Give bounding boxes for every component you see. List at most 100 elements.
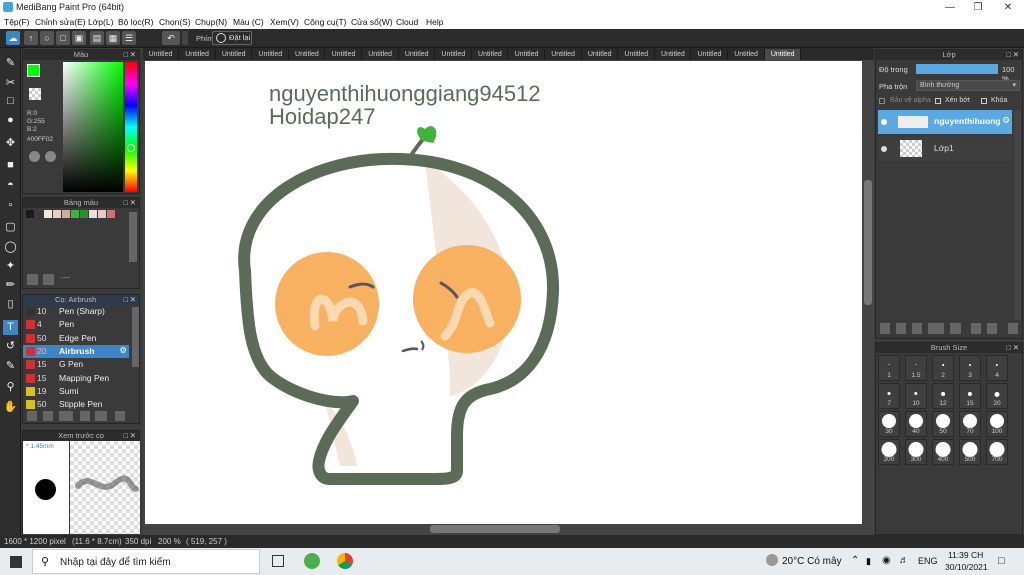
new-layer-icon[interactable]	[880, 323, 890, 334]
popout-icon[interactable]: □	[123, 198, 128, 208]
palette-swatch[interactable]	[98, 210, 106, 218]
dot-tool-icon[interactable]: ●	[3, 113, 18, 128]
menu-tools[interactable]: Công cụ(T)	[304, 17, 347, 27]
brush-size-cell[interactable]: 300	[905, 439, 927, 465]
palette-swatch[interactable]	[71, 210, 79, 218]
menu-help[interactable]: Help	[426, 17, 443, 27]
brush-size-cell[interactable]: 100	[986, 411, 1008, 437]
document-tab[interactable]: Untitled	[143, 49, 179, 60]
brush-size-cell[interactable]: 400	[932, 439, 954, 465]
brush-size-cell[interactable]: 4	[986, 355, 1008, 381]
add-palette-icon[interactable]	[27, 274, 38, 285]
brush-size-cell[interactable]: 20	[986, 383, 1008, 409]
brush-size-cell[interactable]: 10	[905, 383, 927, 409]
clock-date[interactable]: 30/10/2021	[945, 562, 988, 572]
document-tab[interactable]: Untitled	[509, 49, 545, 60]
opacity-slider[interactable]	[916, 64, 998, 74]
layer-row-layer1[interactable]: Lớp1	[878, 137, 1012, 161]
list-icon[interactable]: ☰	[122, 31, 136, 45]
weather-text[interactable]: 20°C Có mây	[782, 556, 842, 567]
gradient-tool-icon[interactable]: ▫	[3, 198, 18, 213]
clipping-checkbox[interactable]	[935, 98, 941, 104]
taskbar-search-box[interactable]: ⚲ Nhập tại đây để tìm kiếm	[32, 549, 260, 574]
menu-filter[interactable]: Bộ lọc(R)	[118, 17, 153, 27]
notifications-icon[interactable]: □	[998, 555, 1005, 567]
select-tool-icon[interactable]: ▢	[3, 220, 18, 235]
visibility-eye-icon[interactable]	[881, 146, 887, 152]
select-pen-icon[interactable]: ✏	[3, 278, 18, 293]
palette-scrollbar[interactable]	[129, 212, 137, 262]
hue-slider[interactable]	[125, 62, 137, 192]
menu-color[interactable]: Màu (C)	[233, 17, 264, 27]
document-tab[interactable]: Untitled	[289, 49, 326, 60]
palette-swatch[interactable]	[107, 210, 115, 218]
saturation-value-box[interactable]	[63, 62, 123, 192]
brush-item[interactable]: 50 Stipple Pen	[23, 398, 129, 409]
document-tab[interactable]: Untitled	[655, 49, 692, 60]
text-tool-icon[interactable]: T	[3, 320, 18, 335]
menu-capture[interactable]: Chụp(N)	[195, 17, 227, 27]
new-8bit-layer-icon[interactable]	[912, 323, 922, 334]
cloud-icon[interactable]: ☁	[6, 31, 20, 45]
blend-mode-select[interactable]: Bình thường ▾	[916, 80, 1020, 91]
lasso-tool-icon[interactable]: ◯	[3, 240, 18, 255]
brush-size-cell[interactable]: 1.5	[905, 355, 927, 381]
document-tab[interactable]: Untitled	[546, 49, 582, 60]
palette-swatch[interactable]	[80, 210, 88, 218]
menu-file[interactable]: Tệp(F)	[4, 17, 30, 27]
menu-edit[interactable]: Chỉnh sửa(E)	[35, 17, 86, 27]
document-tab[interactable]: Untitled	[363, 49, 399, 60]
brush-item[interactable]: 15 Mapping Pen	[23, 372, 129, 385]
gear-icon[interactable]: ⚙	[119, 345, 127, 356]
popout-icon[interactable]: □	[1006, 343, 1011, 353]
document-tab[interactable]: Untitled	[253, 49, 289, 60]
brush-menu-icon[interactable]	[59, 411, 73, 421]
document-tab[interactable]: Untitled	[216, 49, 253, 60]
language-indicator[interactable]: ENG	[918, 556, 938, 566]
volume-icon[interactable]: ♬	[899, 555, 909, 566]
horizontal-scrollbar[interactable]	[430, 525, 560, 533]
menu-view[interactable]: Xem(V)	[270, 17, 299, 27]
layer-scrollbar[interactable]	[1014, 110, 1021, 320]
palette-swatch[interactable]	[35, 210, 43, 218]
eyedropper-icon[interactable]: ⚲	[3, 380, 18, 395]
select-eraser-icon[interactable]: ▯	[3, 297, 18, 312]
document-tab[interactable]: Untitled	[180, 49, 216, 60]
medibang-taskbar-icon[interactable]	[304, 553, 320, 569]
brush-size-cell[interactable]: 12	[932, 383, 954, 409]
popout-icon[interactable]: □	[1006, 50, 1011, 60]
windows-start-icon[interactable]	[10, 556, 22, 568]
layer-row-text[interactable]: nguyenthihuong ⚙	[878, 110, 1012, 134]
clock-time[interactable]: 11:39 CH	[948, 550, 983, 560]
brush-size-cell[interactable]: 1	[878, 355, 900, 381]
brush-size-cell[interactable]: 2	[932, 355, 954, 381]
brush-item[interactable]: 10 Pen (Sharp)	[23, 305, 129, 318]
brush-size-cell[interactable]: 7	[878, 383, 900, 409]
brush-tool-icon[interactable]: ✎	[3, 56, 18, 71]
brush-folder-icon[interactable]	[95, 411, 107, 421]
popout-icon[interactable]: □	[123, 295, 128, 305]
delete-palette-icon[interactable]	[43, 274, 54, 285]
comment-icon[interactable]: ○	[40, 31, 54, 45]
chat-icon[interactable]: □	[56, 31, 70, 45]
document-tab[interactable]: Untitled	[326, 49, 362, 60]
layer-menu-icon[interactable]	[928, 323, 944, 334]
popout-icon[interactable]: □	[123, 431, 128, 441]
fill-rect-tool-icon[interactable]: ■	[3, 158, 18, 173]
palette-swatch[interactable]	[62, 210, 70, 218]
move-tool-icon[interactable]: ✥	[3, 136, 18, 151]
brush-size-cell[interactable]: 500	[959, 439, 981, 465]
pages-icon[interactable]: ▤	[90, 31, 104, 45]
color-picker-icon[interactable]	[45, 151, 56, 162]
menu-cloud[interactable]: Cloud	[396, 17, 418, 27]
document-tab[interactable]: Untitled	[692, 49, 728, 60]
chrome-taskbar-icon[interactable]	[337, 553, 353, 569]
menu-layer[interactable]: Lớp(L)	[88, 17, 113, 27]
transparent-swatch[interactable]	[29, 88, 41, 100]
export-icon[interactable]: ↑	[24, 31, 38, 45]
hand-tool-icon[interactable]: ✋	[3, 400, 18, 415]
battery-icon[interactable]: ▮	[866, 556, 871, 567]
divide-tool-icon[interactable]: ✎	[3, 359, 18, 374]
close-icon[interactable]: ✕	[130, 295, 136, 305]
page-icon[interactable]: ▣	[72, 31, 86, 45]
